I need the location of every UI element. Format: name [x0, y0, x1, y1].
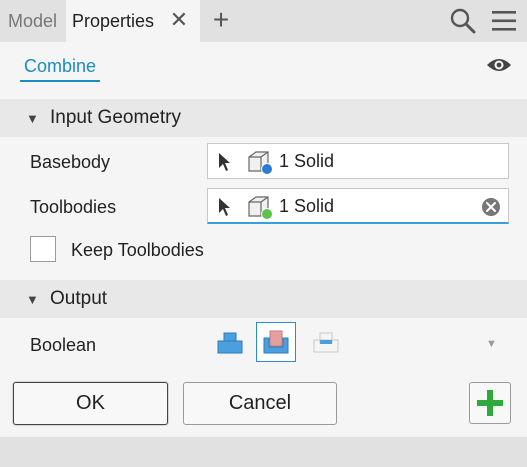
basebody-value: 1 Solid: [279, 151, 335, 171]
keep-toolbodies-label: Keep Toolbodies: [71, 240, 204, 260]
ok-button[interactable]: OK: [13, 382, 168, 425]
tab-model-label: Model: [8, 10, 58, 31]
solid-cube-icon: [248, 151, 273, 175]
basebody-label: Basebody: [30, 152, 111, 172]
input-geometry-title: Input Geometry: [50, 107, 181, 128]
output-title: Output: [50, 288, 108, 309]
eye-icon[interactable]: [486, 56, 512, 74]
collapse-triangle-icon: ▼: [26, 291, 39, 307]
toolbodies-value: 1 Solid: [279, 196, 335, 216]
toolbodies-selector[interactable]: 1 Solid: [207, 188, 509, 224]
boolean-label: Boolean: [30, 335, 97, 355]
cancel-label: Cancel: [228, 392, 292, 414]
cancel-button[interactable]: Cancel: [183, 382, 337, 425]
add-tab-icon[interactable]: +: [210, 6, 232, 34]
join-icon: [217, 332, 243, 354]
join-button[interactable]: [210, 322, 250, 362]
solid-cube-icon: [248, 196, 273, 220]
intersect-button[interactable]: [306, 322, 346, 362]
chevron-down-icon[interactable]: ▼: [486, 338, 497, 350]
search-icon[interactable]: [450, 8, 476, 34]
clear-selection-icon[interactable]: [481, 197, 501, 217]
intersect-icon: [313, 332, 339, 353]
combine-link[interactable]: Combine: [20, 56, 101, 82]
ok-label: OK: [76, 392, 105, 414]
plus-icon: [477, 390, 503, 416]
apply-plus-button[interactable]: [469, 382, 511, 424]
keep-toolbodies-checkbox[interactable]: [30, 236, 56, 262]
tab-properties-label: Properties: [72, 10, 155, 31]
cut-button[interactable]: [256, 322, 296, 362]
output-section[interactable]: ▼ Output: [0, 280, 527, 318]
select-pointer-icon: [219, 198, 230, 216]
tab-model[interactable]: Model: [0, 0, 66, 42]
menu-icon[interactable]: [490, 9, 518, 33]
select-pointer-icon: [219, 153, 230, 171]
tab-bar: Model Properties ✕ +: [0, 0, 527, 42]
footer-bar: [0, 437, 527, 467]
collapse-triangle-icon: ▼: [26, 110, 39, 126]
input-geometry-section[interactable]: ▼ Input Geometry: [0, 99, 527, 137]
basebody-selector[interactable]: 1 Solid: [207, 143, 509, 179]
toolbodies-label: Toolbodies: [30, 197, 117, 217]
cut-icon: [263, 330, 289, 354]
close-icon[interactable]: ✕: [168, 8, 190, 32]
